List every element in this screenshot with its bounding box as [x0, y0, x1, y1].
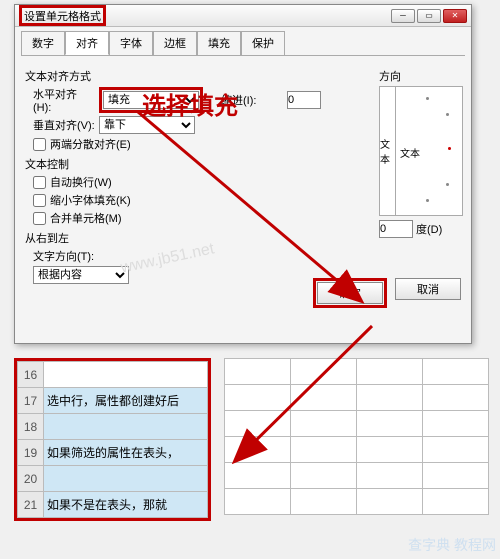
orientation-degree-stepper[interactable]: [379, 220, 413, 238]
row-header[interactable]: 20: [18, 466, 44, 492]
dialog-title: 设置单元格格式: [19, 5, 106, 26]
minimize-icon[interactable]: ─: [391, 9, 415, 23]
ok-button[interactable]: 确定: [317, 282, 383, 304]
cell[interactable]: 如果筛选的属性在表头，: [44, 440, 208, 466]
text-direction-select[interactable]: 根据内容: [33, 266, 129, 284]
row-header[interactable]: 16: [18, 362, 44, 388]
cell[interactable]: 如果不是在表头，那就: [44, 492, 208, 518]
horizontal-align-label: 水平对齐(H):: [33, 86, 95, 114]
indent-stepper[interactable]: [287, 91, 321, 109]
tab-font[interactable]: 字体: [109, 31, 153, 55]
cancel-button[interactable]: 取消: [395, 278, 461, 300]
orientation-group: 方向 文本 文本 度(D): [379, 64, 463, 238]
text-direction-label: 文字方向(T):: [33, 248, 95, 264]
tab-strip: 数字 对齐 字体 边框 填充 保护: [15, 27, 471, 55]
tab-protection[interactable]: 保护: [241, 31, 285, 55]
titlebar: 设置单元格格式 ─ ▭ ✕: [15, 5, 471, 27]
annotation-select-fill: 选择填充: [142, 86, 238, 121]
row-header[interactable]: 19: [18, 440, 44, 466]
spreadsheet-extra: [224, 358, 489, 515]
orientation-dial[interactable]: 文本 文本: [379, 86, 463, 216]
row-header[interactable]: 17: [18, 388, 44, 414]
maximize-icon[interactable]: ▭: [417, 9, 441, 23]
tab-alignment[interactable]: 对齐: [65, 31, 109, 55]
row-header[interactable]: 18: [18, 414, 44, 440]
cell[interactable]: [44, 466, 208, 492]
spreadsheet-selection: 16 17选中行，属性都创建好后 18 19如果筛选的属性在表头， 20 21如…: [14, 358, 211, 521]
merge-cells-checkbox[interactable]: [33, 212, 46, 225]
vertical-align-label: 垂直对齐(V):: [33, 117, 95, 133]
cell[interactable]: 选中行，属性都创建好后: [44, 388, 208, 414]
cell[interactable]: [44, 362, 208, 388]
tab-fill[interactable]: 填充: [197, 31, 241, 55]
format-cells-dialog: 设置单元格格式 ─ ▭ ✕ 数字 对齐 字体 边框 填充 保护 文本对齐方式 水…: [14, 4, 472, 344]
watermark-corner: 查字典 教程网: [408, 535, 496, 555]
cell[interactable]: [44, 414, 208, 440]
row-header[interactable]: 21: [18, 492, 44, 518]
tab-border[interactable]: 边框: [153, 31, 197, 55]
close-icon[interactable]: ✕: [443, 9, 467, 23]
tab-number[interactable]: 数字: [21, 31, 65, 55]
justify-distributed-checkbox[interactable]: [33, 138, 46, 151]
wrap-text-checkbox[interactable]: [33, 176, 46, 189]
shrink-to-fit-checkbox[interactable]: [33, 194, 46, 207]
